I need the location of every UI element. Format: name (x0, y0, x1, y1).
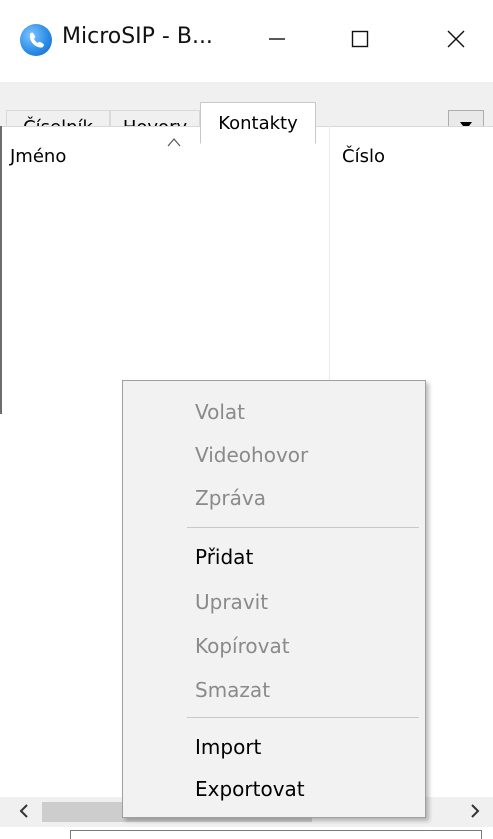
maximize-icon (350, 29, 370, 53)
microsip-logo-icon (20, 24, 52, 56)
tab-strip: Číselník Hovory Kontakty (0, 82, 493, 144)
microsip-window: MicroSIP - B... Číselník Hovory Kontakty (0, 0, 493, 839)
menu-item-volat[interactable]: Volat (195, 400, 245, 424)
tab-kontakty[interactable]: Kontakty (200, 102, 316, 144)
context-menu: Volat Videohovor Zpráva Přidat Upravit K… (122, 380, 426, 818)
column-header-name[interactable]: Jméno (10, 146, 66, 167)
menu-item-videohovor[interactable]: Videohovor (195, 443, 308, 467)
menu-item-smazat[interactable]: Smazat (195, 678, 270, 702)
menu-item-import[interactable]: Import (195, 735, 261, 759)
column-divider[interactable] (329, 126, 330, 396)
minimize-icon (267, 29, 287, 53)
window-title: MicroSIP - B... (62, 24, 213, 49)
close-icon (446, 29, 466, 53)
menu-item-kopirovat[interactable]: Kopírovat (195, 634, 290, 658)
menu-item-zprava[interactable]: Zpráva (195, 486, 266, 510)
menu-item-upravit[interactable]: Upravit (195, 590, 268, 614)
title-bar[interactable]: MicroSIP - B... (0, 0, 493, 82)
column-header-number[interactable]: Číslo (342, 146, 385, 167)
close-button[interactable] (424, 0, 488, 82)
menu-item-pridat[interactable]: Přidat (195, 545, 253, 569)
sort-ascending-icon (166, 132, 182, 147)
tab-label: Kontakty (218, 112, 298, 134)
menu-item-exportovat[interactable]: Exportovat (195, 777, 305, 801)
list-left-border (0, 126, 2, 414)
menu-separator (187, 717, 419, 718)
scroll-right-button[interactable] (457, 797, 493, 827)
scroll-left-button[interactable] (6, 797, 42, 827)
menu-separator (187, 527, 419, 528)
chevron-right-icon (469, 803, 481, 822)
maximize-button[interactable] (328, 0, 392, 82)
chevron-left-icon (18, 803, 30, 822)
status-field (70, 830, 482, 839)
minimize-button[interactable] (245, 0, 309, 82)
